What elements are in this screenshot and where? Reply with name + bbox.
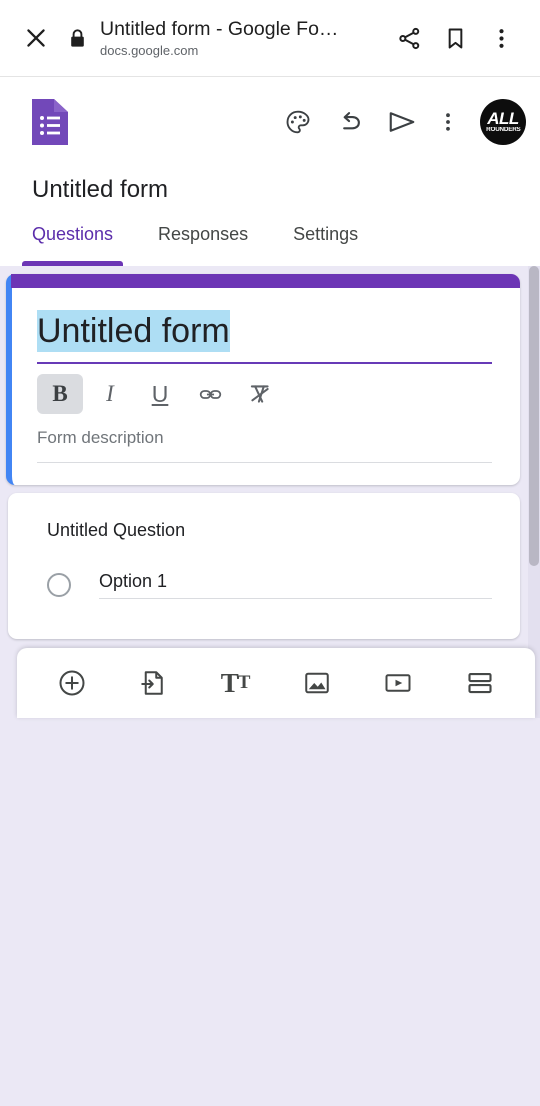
browser-title-block[interactable]: Untitled form - Google Fo… docs.google.c… [92,17,386,60]
link-button[interactable] [187,374,233,414]
form-description-field[interactable]: Form description [37,420,492,463]
text-format-toolbar: B I U [37,364,492,420]
form-title-value: Untitled form [37,310,230,352]
share-button[interactable] [386,15,432,61]
scrollbar-thumb[interactable] [529,266,539,566]
bookmark-icon [448,28,462,48]
option-label[interactable]: Option 1 [99,571,492,599]
browser-menu-button[interactable] [478,15,524,61]
undo-button[interactable] [324,96,376,148]
tab-settings[interactable]: Settings [293,215,358,266]
page-url: docs.google.com [100,42,199,58]
question-title[interactable]: Untitled Question [33,499,492,549]
avatar-line2: ROUNDERS [485,126,521,133]
italic-label: I [106,381,114,406]
section-icon [468,672,492,694]
add-item-toolbar: TT [17,648,535,718]
google-forms-logo-icon [32,99,68,145]
tab-questions[interactable]: Questions [21,215,124,266]
page-background [0,718,540,1106]
add-image-button[interactable] [290,656,344,710]
add-section-button[interactable] [453,656,507,710]
more-vert-icon [446,113,450,131]
theme-button[interactable] [272,96,324,148]
radio-button-icon[interactable] [47,573,71,597]
avatar-line1: ALL [487,108,519,128]
lock-icon [70,28,84,47]
title-text-icon-small: T [237,672,251,693]
bold-label: B [52,381,68,406]
form-header-card[interactable]: Untitled form B I U Form description [6,274,520,485]
form-header-body: Untitled form B I U Form description [12,288,520,485]
add-question-button[interactable] [45,656,99,710]
bold-button[interactable]: B [37,374,83,414]
page-title: Untitled form - Google Fo… [100,17,339,40]
undo-icon [343,112,360,130]
palette-icon [286,110,310,134]
avatar[interactable]: ALL ROUNDERS [480,99,526,145]
add-video-button[interactable] [371,656,425,710]
forms-app-toolbar: ALL ROUNDERS [0,77,540,167]
send-button[interactable] [376,96,428,148]
forms-home-button[interactable] [30,97,70,147]
question-card-body: Untitled Question Option 1 [8,493,520,639]
video-icon [385,674,411,692]
site-security-indicator[interactable] [62,16,92,60]
tab-bar: Questions Responses Settings [0,215,540,266]
underline-button[interactable]: U [137,374,183,414]
clear-formatting-button[interactable] [237,374,283,414]
browser-toolbar: Untitled form - Google Fo… docs.google.c… [0,0,540,77]
tab-responses[interactable]: Responses [158,215,248,266]
send-icon [389,112,415,132]
clear-format-icon [250,385,269,403]
italic-button[interactable]: I [87,374,133,414]
import-document-icon [141,671,164,695]
close-icon [27,29,45,47]
question-card[interactable]: Untitled Question Option 1 [8,493,520,639]
form-name-row: Untitled form [0,167,540,215]
close-button[interactable] [14,16,58,60]
bookmark-button[interactable] [432,15,478,61]
image-icon [305,672,329,694]
form-description-placeholder: Form description [37,428,164,447]
forms-menu-button[interactable] [428,96,468,148]
title-text-icon-big: T [220,667,239,698]
plus-circle-icon [59,670,85,696]
underline-label: U [151,380,169,407]
card-accent-strip [11,274,520,288]
import-questions-button[interactable] [126,656,180,710]
link-icon [199,389,221,399]
add-title-description-button[interactable]: TT [208,656,262,710]
form-title-field[interactable]: Untitled form [37,308,492,364]
share-icon [398,27,419,49]
question-option-row[interactable]: Option 1 [33,549,492,599]
form-name-label[interactable]: Untitled form [32,176,168,203]
more-vert-icon [498,28,504,48]
